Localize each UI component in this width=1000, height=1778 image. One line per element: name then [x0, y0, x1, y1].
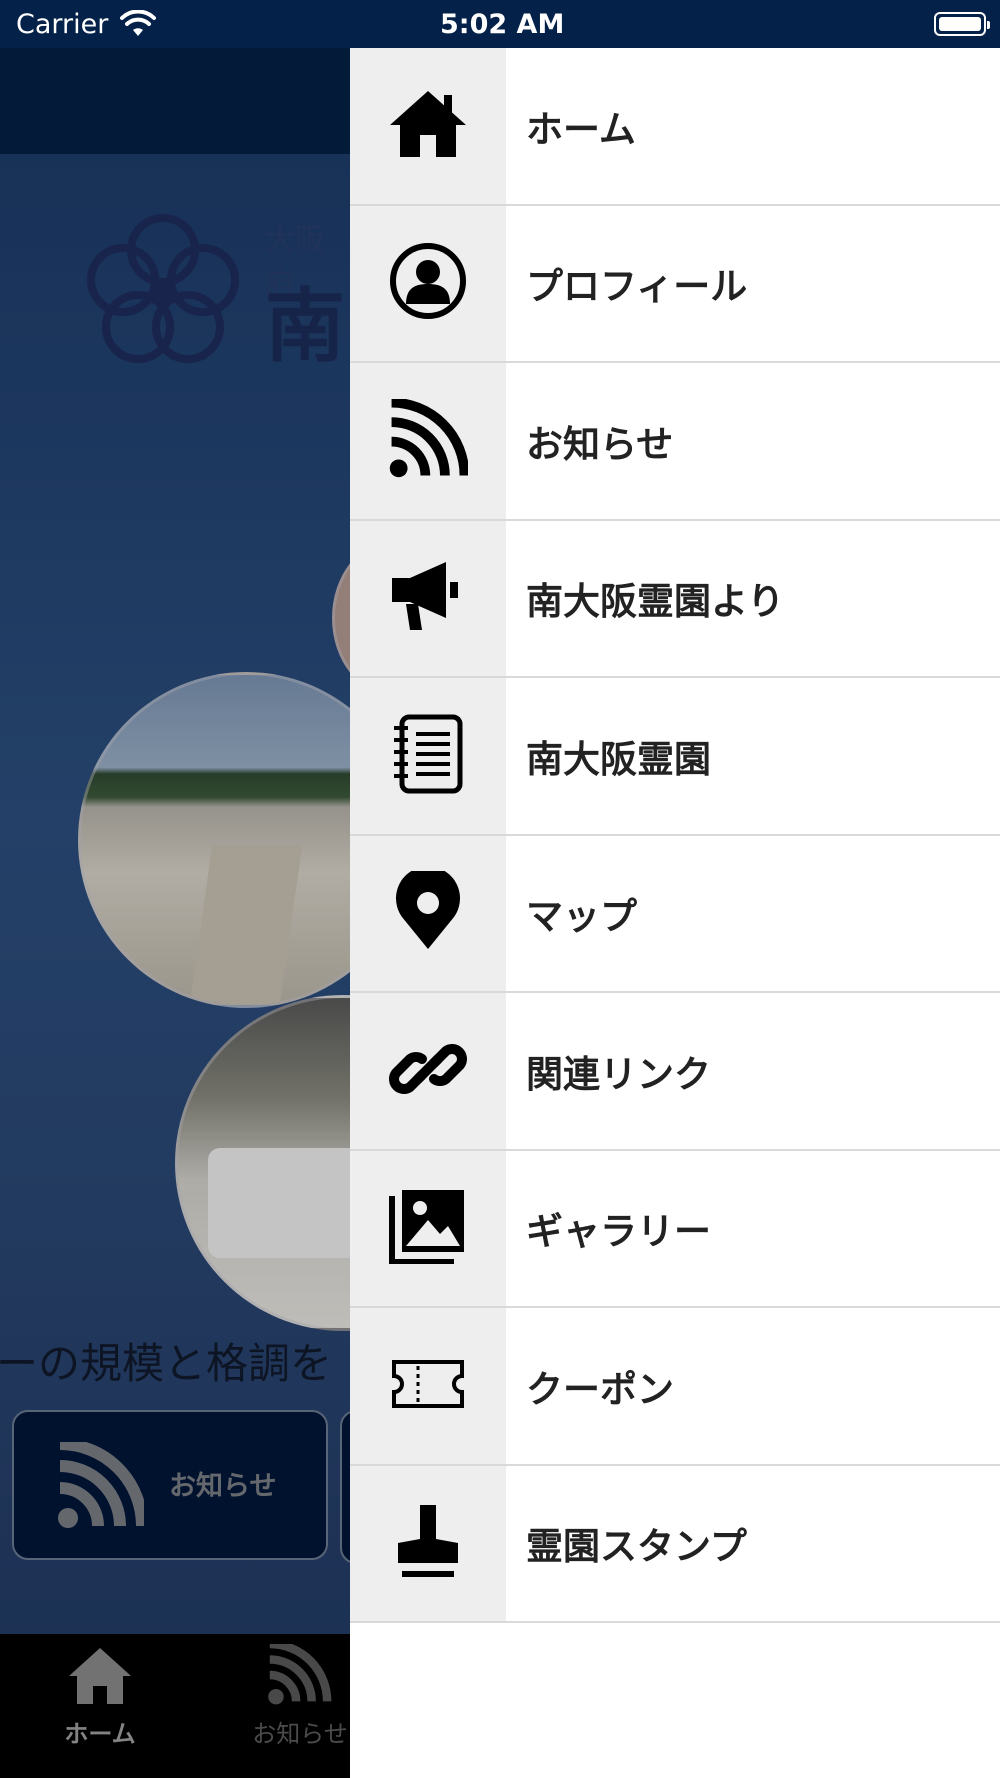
home-icon: [388, 89, 468, 163]
menu-item-label: プロフィール: [526, 265, 748, 309]
wifi-icon: [120, 9, 156, 42]
menu-item-coupon[interactable]: クーポン: [350, 1308, 1000, 1466]
side-drawer: ホーム プロフィール お知らせ 南大阪霊園より 南大阪霊園 マップ 関連リンク …: [350, 48, 1000, 1778]
profile-icon: [389, 242, 467, 324]
menu-item-news[interactable]: お知らせ: [350, 363, 1000, 521]
menu-item-stamp[interactable]: 霊園スタンプ: [350, 1465, 1000, 1623]
menu-item-label: 南大阪霊園より: [526, 580, 785, 624]
menu-item-label: お知らせ: [526, 422, 674, 466]
battery-icon: [934, 12, 990, 36]
menu-item-label: 関連リンク: [526, 1052, 711, 1096]
map-pin-icon: [394, 866, 462, 955]
background-app: 大阪府 南 ーの規模と格調を お知らせ ホーム お知らせ: [0, 0, 350, 1778]
coupon-icon: [388, 1358, 468, 1414]
menu-item-gallery[interactable]: ギャラリー: [350, 1150, 1000, 1308]
menu-item-label: クーポン: [526, 1367, 674, 1411]
menu-item-label: マップ: [526, 895, 637, 939]
drawer-overlay[interactable]: [0, 0, 350, 1778]
stamp-icon: [392, 1501, 464, 1585]
megaphone-icon: [388, 558, 468, 638]
menu-item-label: ホーム: [526, 107, 636, 151]
gallery-icon: [388, 1188, 468, 1268]
menu-item-label: 霊園スタンプ: [526, 1525, 747, 1569]
carrier-label: Carrier: [16, 9, 109, 40]
menu-item-home[interactable]: ホーム: [350, 48, 1000, 206]
notebook-icon: [392, 714, 464, 798]
menu-item-profile[interactable]: プロフィール: [350, 205, 1000, 363]
rss-icon: [388, 397, 470, 483]
menu-item-map[interactable]: マップ: [350, 835, 1000, 993]
menu-item-links[interactable]: 関連リンク: [350, 993, 1000, 1151]
menu-item-label: ギャラリー: [526, 1210, 711, 1254]
menu-item-announcements[interactable]: 南大阪霊園より: [350, 520, 1000, 678]
link-icon: [388, 1029, 468, 1113]
clock: 5:02 AM: [440, 9, 565, 40]
menu-item-about[interactable]: 南大阪霊園: [350, 678, 1000, 836]
menu-item-label: 南大阪霊園: [526, 737, 711, 781]
status-bar: Carrier 5:02 AM: [0, 0, 1000, 48]
